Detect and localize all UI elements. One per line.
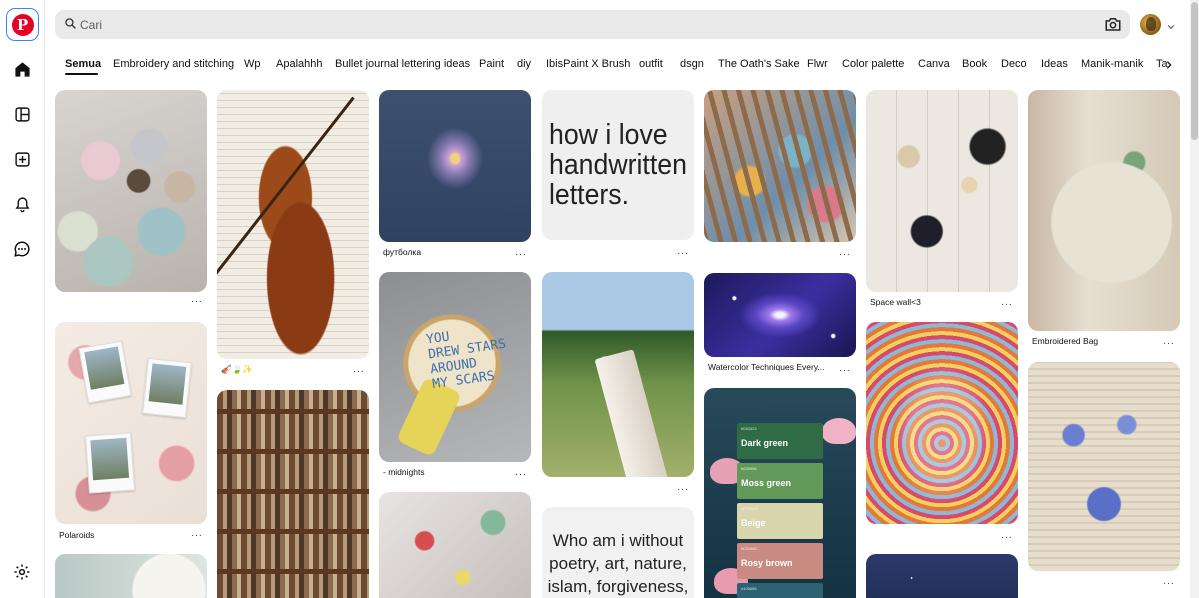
- pin-more-button[interactable]: ···: [191, 530, 203, 541]
- pin-space-wall[interactable]: [866, 90, 1018, 292]
- pin-yarn-balls[interactable]: [55, 554, 207, 598]
- messages-icon[interactable]: [11, 238, 33, 260]
- pin-color-palette[interactable]: #043323 Dark green #639958 Moss green #F7F…: [704, 388, 856, 598]
- pin-embroidered-bag[interactable]: [1028, 90, 1180, 331]
- pin-night-sky[interactable]: [866, 554, 1018, 598]
- pinterest-p-icon: P: [11, 13, 34, 36]
- hoop-text: YOU DREW STARS AROUND MY SCARS: [425, 329, 507, 393]
- pin-watercolor-galaxy[interactable]: [704, 273, 856, 357]
- side-nav: P: [0, 0, 45, 598]
- pin-more-button[interactable]: ···: [1001, 299, 1013, 310]
- board-tabs: Semua Embroidery and stitching Wp Apalah…: [55, 52, 1170, 78]
- tab-wp[interactable]: Wp: [244, 58, 261, 70]
- home-icon[interactable]: [11, 58, 33, 80]
- scrollbar-thumb[interactable]: [1191, 2, 1198, 140]
- tab-ibispaint[interactable]: IbisPaint X Brush: [546, 58, 630, 70]
- pin-more-button[interactable]: ···: [677, 248, 689, 259]
- tab-diy[interactable]: diy: [517, 58, 531, 70]
- tab-manik-manik[interactable]: Manik-manik: [1081, 58, 1143, 70]
- tabs-next-chevron-icon[interactable]: [1164, 58, 1174, 76]
- swatch-beige: #F7F4D5 Beige: [737, 503, 823, 539]
- pin-more-button[interactable]: ···: [515, 469, 527, 480]
- pin-embroidery-hoop[interactable]: YOU DREW STARS AROUND MY SCARS: [379, 272, 531, 462]
- pin-polaroids[interactable]: [55, 322, 207, 524]
- swatch-moss-green: #639958 Moss green: [737, 463, 823, 499]
- swatch-dark-green: #043323 Dark green: [737, 423, 823, 459]
- pin-meadow-book[interactable]: [542, 272, 694, 477]
- dashboard-icon[interactable]: [11, 103, 33, 125]
- search-icon: [64, 17, 77, 35]
- pin-more-button[interactable]: ···: [515, 249, 527, 260]
- pin-crochet-yarn[interactable]: [55, 90, 207, 292]
- pin-paper-stars-jar[interactable]: [866, 322, 1018, 524]
- tab-bullet-journal[interactable]: Bullet journal lettering ideas: [335, 58, 470, 70]
- pin-poetry-quote[interactable]: Who am i without poetry, art, nature, is…: [542, 507, 694, 598]
- pin-craft-desk[interactable]: [379, 492, 531, 598]
- pin-pressed-flower-journal[interactable]: [1028, 362, 1180, 571]
- tab-dsgn[interactable]: dsgn: [680, 58, 704, 70]
- tab-canva[interactable]: Canva: [918, 58, 950, 70]
- pin-more-button[interactable]: ···: [353, 366, 365, 377]
- pin-more-button[interactable]: ···: [191, 296, 203, 307]
- pin-handwritten-letters[interactable]: how i love handwritten letters.: [542, 90, 694, 240]
- active-tab-indicator: [65, 73, 98, 75]
- pin-paint-brushes[interactable]: [704, 90, 856, 242]
- pin-more-button[interactable]: ···: [1163, 578, 1175, 589]
- pin-caption: Watercolor Techniques Every...: [708, 362, 825, 372]
- tab-color-palette[interactable]: Color palette: [842, 58, 904, 70]
- page-scrollbar[interactable]: [1190, 0, 1199, 598]
- pin-caption: Space wall<3: [870, 297, 921, 307]
- swatch-teal: #105666: [737, 583, 823, 598]
- pin-more-button[interactable]: ···: [839, 365, 851, 376]
- swatch-rosy-brown: #D3968C Rosy brown: [737, 543, 823, 579]
- tab-apalahhh[interactable]: Apalahhh: [276, 58, 323, 70]
- pin-galaxy-shirt[interactable]: [379, 90, 531, 242]
- profile-avatar[interactable]: [1140, 14, 1161, 35]
- pin-more-button[interactable]: ···: [1163, 338, 1175, 349]
- pin-caption: Polaroids: [59, 530, 95, 540]
- pin-caption: - midnights: [383, 467, 425, 477]
- tab-flwr[interactable]: Flwr: [807, 58, 828, 70]
- tab-paint[interactable]: Paint: [479, 58, 504, 70]
- tab-deco[interactable]: Deco: [1001, 58, 1027, 70]
- pin-violin[interactable]: [217, 90, 369, 359]
- account-chevron-down-icon[interactable]: [1166, 19, 1176, 37]
- settings-icon[interactable]: [11, 561, 33, 583]
- pin-caption: 🎻🍃✨: [221, 364, 253, 374]
- pin-more-button[interactable]: ···: [839, 249, 851, 260]
- visual-search-camera-icon[interactable]: [1104, 15, 1122, 38]
- pin-more-button[interactable]: ···: [677, 484, 689, 495]
- tab-oaths-sake[interactable]: The Oath's Sake: [718, 58, 800, 70]
- create-icon[interactable]: [11, 148, 33, 170]
- pin-bookshelf[interactable]: [217, 390, 369, 598]
- search-input[interactable]: [80, 10, 1080, 39]
- search-bar: [55, 10, 1130, 39]
- tab-book[interactable]: Book: [962, 58, 987, 70]
- pin-caption: Embroidered Bag: [1032, 336, 1099, 346]
- notifications-icon[interactable]: [11, 193, 33, 215]
- pin-caption: футболка: [383, 247, 422, 257]
- tab-outfit[interactable]: outfit: [639, 58, 663, 70]
- pinterest-logo[interactable]: P: [6, 8, 39, 41]
- pin-more-button[interactable]: ···: [1001, 532, 1013, 543]
- tab-embroidery[interactable]: Embroidery and stitching: [113, 58, 234, 70]
- tab-semua[interactable]: Semua: [65, 58, 101, 70]
- tab-ideas[interactable]: Ideas: [1041, 58, 1068, 70]
